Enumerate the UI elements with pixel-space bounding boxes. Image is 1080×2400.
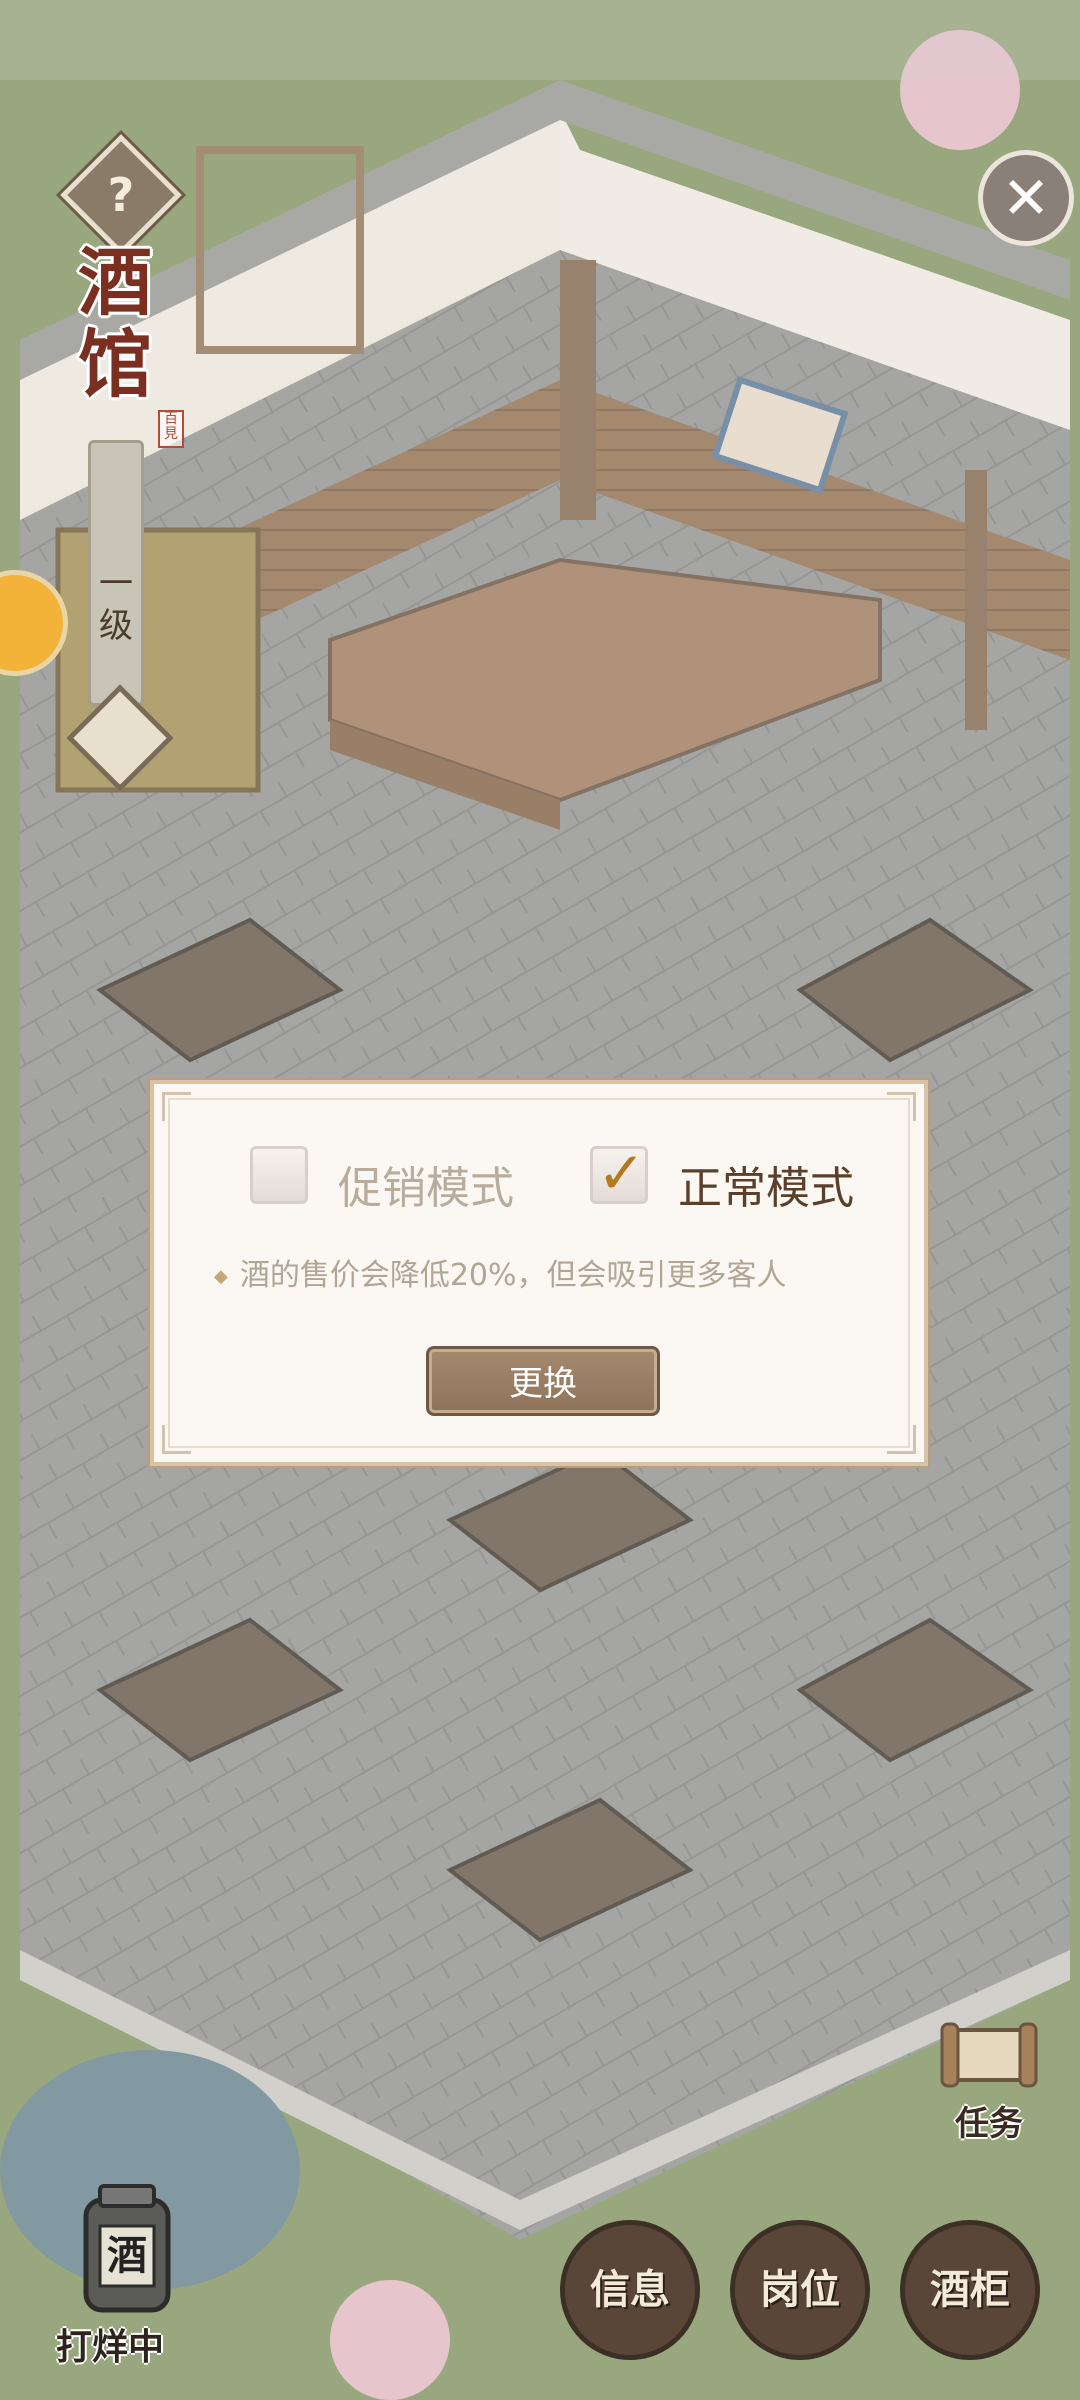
task-label: 任务 — [955, 2104, 1023, 2144]
promo-mode-checkbox[interactable] — [250, 1146, 308, 1204]
frame-corner — [162, 1425, 191, 1454]
task-button[interactable]: 任务 — [934, 2010, 1044, 2144]
mode-dialog: 促销模式 ✓ 正常模式 ◆ 酒的售价会降低20%，但会吸引更多客人 更换 — [150, 1080, 928, 1466]
normal-mode-checkbox[interactable]: ✓ — [590, 1139, 648, 1207]
close-icon: ✕ — [1001, 164, 1051, 232]
frame-corner — [887, 1425, 916, 1454]
staff-positions-button[interactable]: 岗位 — [730, 2220, 870, 2360]
closing-status-label: 打烊中 — [56, 2327, 165, 2368]
seal-stamp: 百見 — [158, 410, 184, 448]
info-button[interactable]: 信息 — [560, 2220, 700, 2360]
wine-jar-button[interactable]: 酒 — [72, 2180, 182, 2340]
wine-cabinet-button[interactable]: 酒柜 — [900, 2220, 1040, 2360]
frame-corner — [162, 1092, 191, 1121]
staff-positions-button-label: 岗位 — [760, 2266, 840, 2313]
switch-button[interactable]: 更换 — [426, 1346, 660, 1416]
mode-description-text: 酒的售价会降低20%，但会吸引更多客人 — [239, 1258, 787, 1293]
wine-cabinet-button-label: 酒柜 — [930, 2266, 1010, 2313]
venue-title-char-1: 酒 — [78, 240, 152, 326]
wine-jar-char: 酒 — [107, 2232, 147, 2279]
frame-corner — [887, 1092, 916, 1121]
mode-description: ◆ 酒的售价会降低20%，但会吸引更多客人 — [214, 1250, 787, 1294]
info-button-label: 信息 — [590, 2266, 670, 2313]
question-icon: ? — [107, 168, 135, 222]
level-text: 一级 — [99, 564, 133, 646]
venue-title-char-2: 馆 — [78, 322, 152, 408]
promo-mode-label: 促销模式 — [338, 1163, 514, 1214]
level-bar: 一级 — [88, 440, 144, 706]
bullet-icon: ◆ — [214, 1266, 228, 1287]
normal-mode-label: 正常模式 — [678, 1163, 854, 1214]
checkmark-icon: ✓ — [597, 1139, 646, 1207]
scroll-icon — [940, 2022, 1038, 2088]
close-button[interactable]: ✕ — [978, 150, 1074, 246]
status-strip — [0, 0, 1080, 80]
